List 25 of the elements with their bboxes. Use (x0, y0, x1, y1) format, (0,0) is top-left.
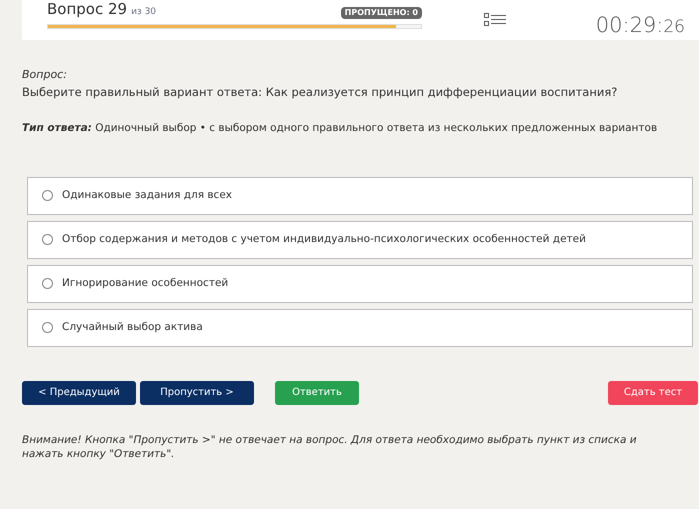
nav-button[interactable]: < Предыдущий (22, 380, 136, 405)
timer-seconds: 26 (663, 16, 685, 39)
answer-type: Тип ответа: Одиночный выбор • с выбором одного правильного ответа из нескольких предложенных вариантов (22, 121, 658, 136)
skipped-badge: ПРОПУЩЕНО: 0 (340, 7, 422, 19)
radio-button[interactable] (42, 322, 53, 334)
option-text: Отбор содержания и методов с учетом индивидуально-психологических особенностей детей (62, 232, 586, 247)
question-number: Вопрос 29 (47, 0, 128, 16)
option-text: Одинаковые задания для всех (62, 188, 232, 203)
timer: 00:29: (596, 12, 664, 39)
answer-option[interactable]: Случайный выбор актива (27, 308, 693, 347)
radio-button[interactable] (42, 278, 53, 290)
option-text: Игнорирование особенностей (62, 276, 228, 291)
radio-button[interactable] (42, 234, 53, 246)
answer-option[interactable]: Одинаковые задания для всех (27, 176, 693, 215)
question-label: Вопрос: (22, 68, 68, 82)
answer-option[interactable]: Игнорирование особенностей (27, 264, 693, 303)
question-total: из 30 (131, 6, 156, 18)
nav-button[interactable]: Пропустить > (140, 380, 254, 405)
finish-button[interactable]: Сдать тест (608, 380, 698, 405)
question-text: Выберите правильный вариант ответа: Как реализуется принцип дифференциации воспитания? (22, 84, 618, 101)
answer-option[interactable]: Отбор содержания и методов с учетом индивидуально-психологических особенностей детей (27, 220, 693, 259)
warning-note: Внимание! Кнопка "Пропустить >" не отвечает на вопрос. Для ответа необходимо выбрать пункт из списка и нажать кнопку "Ответить". (22, 432, 638, 461)
radio-button[interactable] (42, 190, 53, 202)
list-icon[interactable] (484, 12, 506, 27)
option-text: Случайный выбор актива (62, 320, 203, 335)
